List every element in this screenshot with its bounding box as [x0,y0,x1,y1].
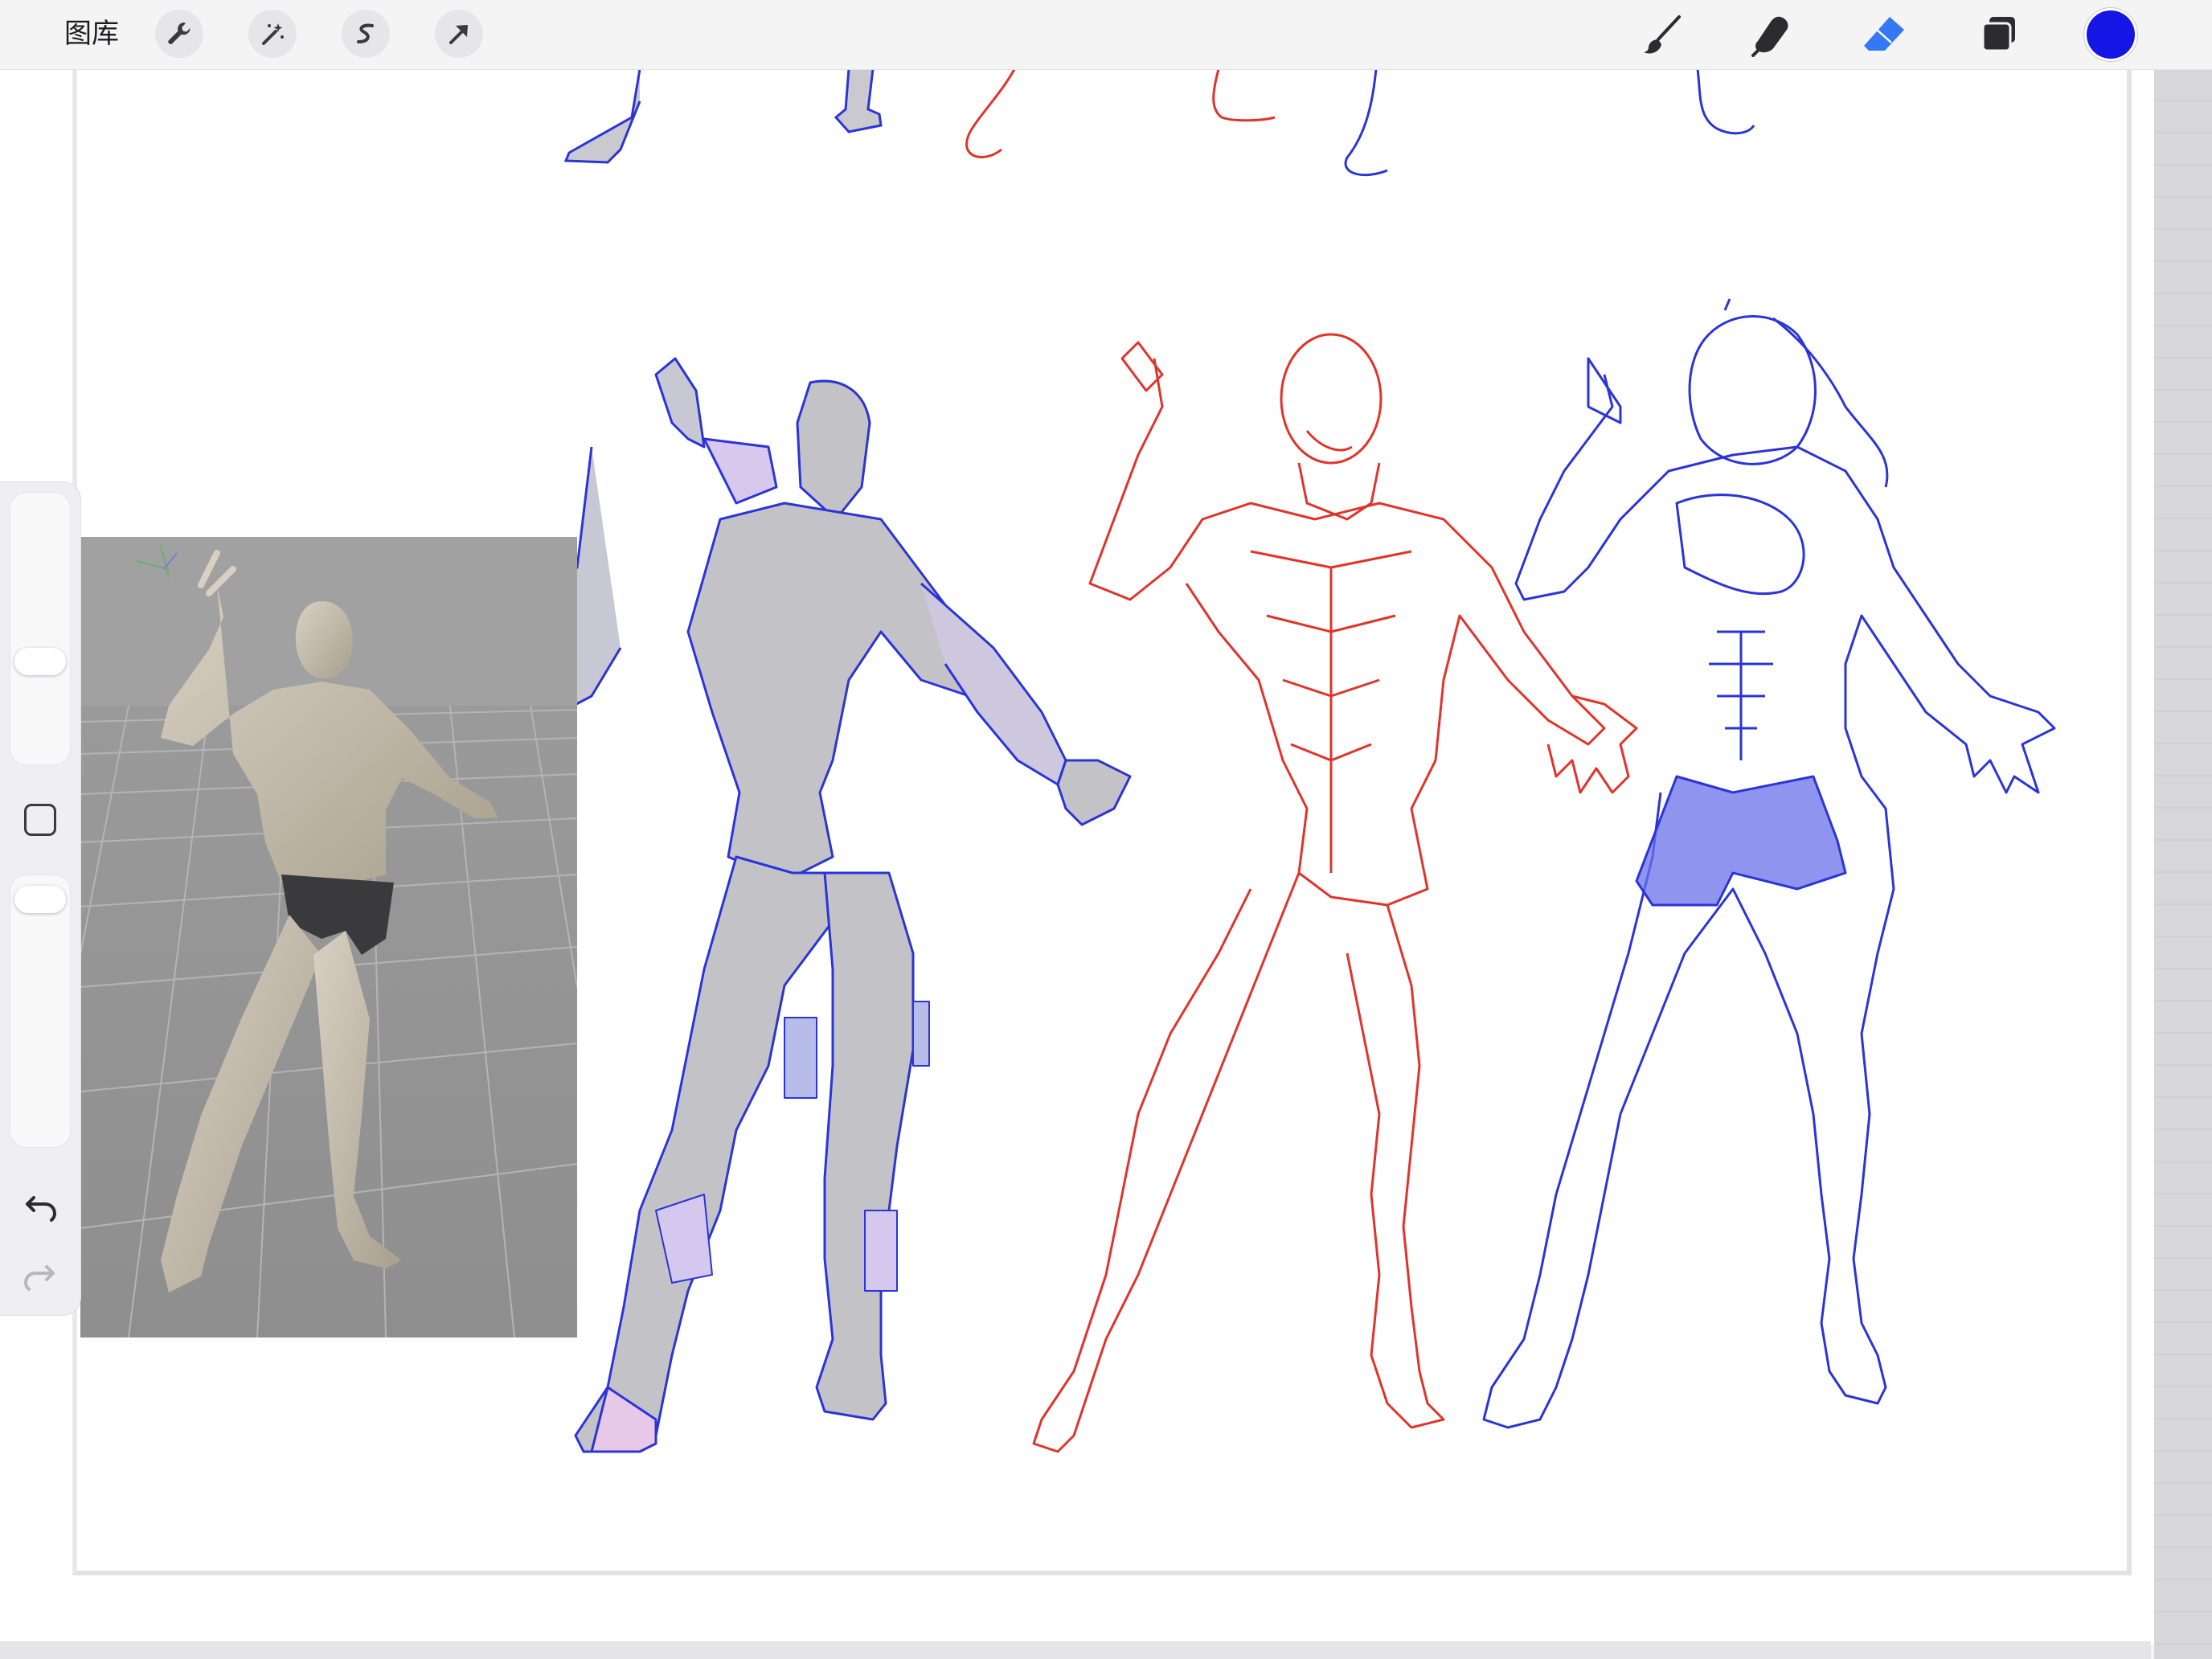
modify-button[interactable] [24,804,56,836]
procreate-app: 图库 [0,0,2212,1659]
color-picker-button[interactable] [2087,10,2135,59]
smudge-finger-icon [1750,12,1795,57]
bottom-gutter [0,1641,2151,1659]
brush-button[interactable] [1635,6,1691,63]
gallery-button[interactable]: 图库 [64,18,119,50]
brush-icon [1641,12,1686,57]
top-toolbar: 图库 [0,0,2212,70]
selection-s-icon [351,19,380,48]
undo-icon [23,1188,58,1223]
opacity-slider-thumb[interactable] [14,886,66,913]
reference-image[interactable] [80,537,577,1337]
layers-button[interactable] [1971,6,2027,63]
magic-wand-icon [258,19,287,48]
undo-button[interactable] [21,1186,59,1225]
reference-3d-model-image [80,537,577,1337]
eraser-icon [1861,12,1909,57]
eraser-button[interactable] [1857,6,1913,63]
arrow-cursor-icon [444,19,473,48]
brush-size-slider-thumb[interactable] [14,648,66,675]
redo-button[interactable] [21,1256,59,1294]
smudge-button[interactable] [1744,6,1800,63]
adjustments-button[interactable] [248,10,297,58]
transform-button[interactable] [435,10,483,58]
character-figure [1482,298,2056,1429]
sidebar [0,482,80,1315]
opacity-slider[interactable] [10,875,71,1148]
right-scroll-gutter [2154,69,2212,1659]
brush-size-slider[interactable] [10,492,71,765]
redo-icon [23,1257,58,1292]
selection-button[interactable] [342,10,390,58]
anatomy-figure [1032,333,1638,1453]
wrench-icon [165,19,194,48]
actions-button[interactable] [155,10,203,58]
layers-icon [1976,12,2022,57]
mannequin-figure [502,357,1132,1453]
top-feet-sketches [563,69,1755,177]
